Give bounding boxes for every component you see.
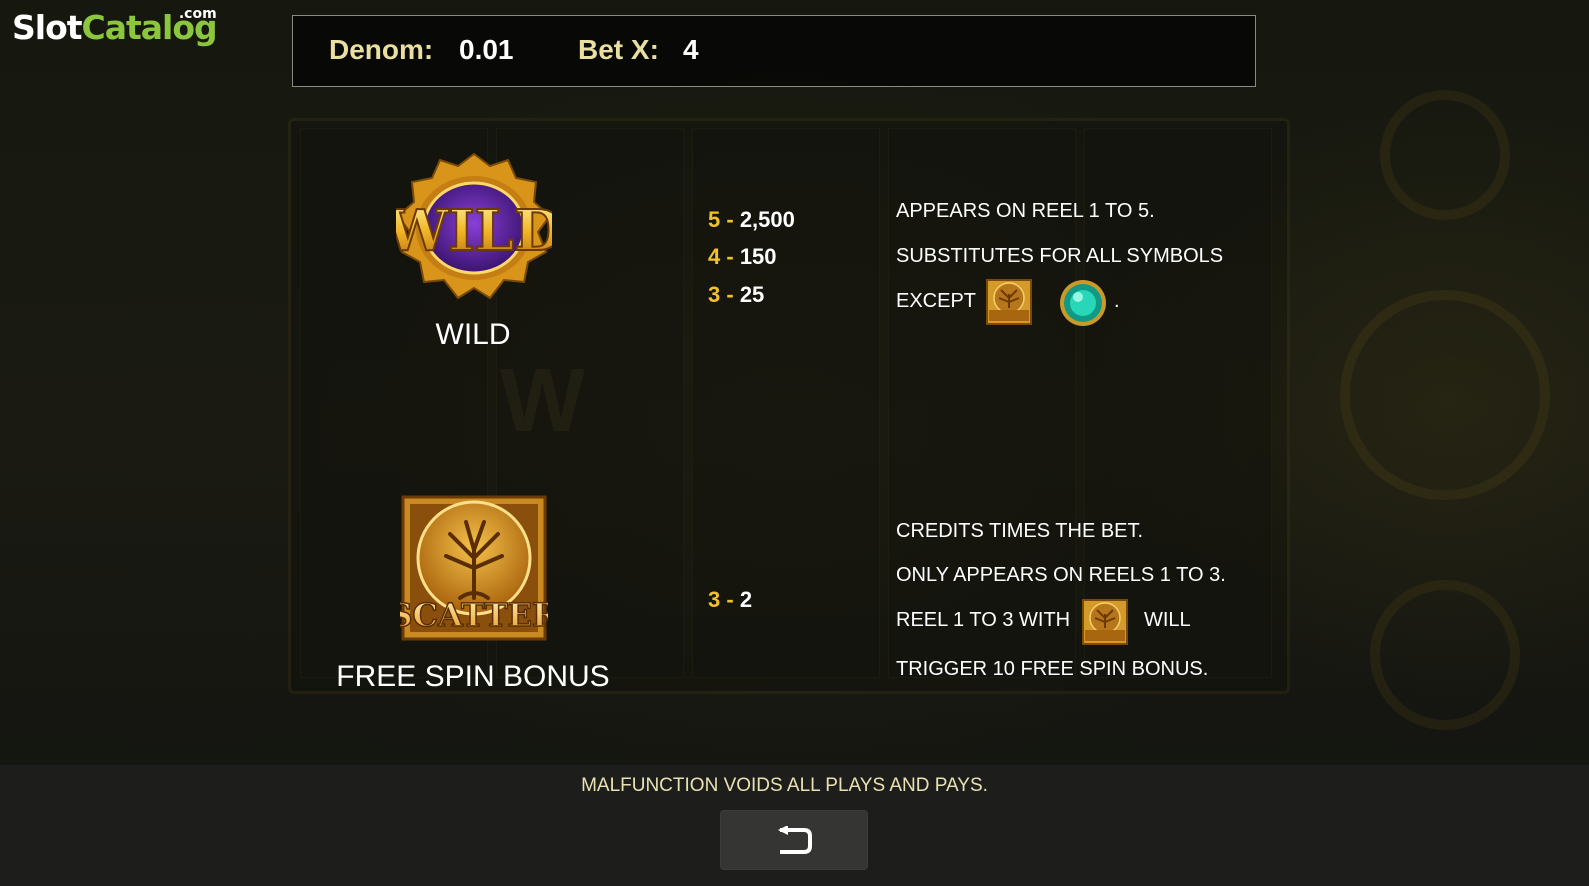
slotcatalog-logo: SlotCatalog .com xyxy=(12,6,218,47)
background-ring xyxy=(1370,580,1520,730)
scatter-symbol-name: FREE SPIN BONUS xyxy=(336,660,610,693)
pay-value: 25 xyxy=(739,282,765,307)
malfunction-notice: MALFUNCTION VOIDS ALL PLAYS AND PAYS. xyxy=(581,775,988,796)
scatter-desc-line: REEL 1 TO 3 WITH xyxy=(896,609,1071,631)
betx-value: 4 xyxy=(683,34,699,65)
pay-separator: - xyxy=(720,282,740,307)
scatter-pay-row: 3 - 2 xyxy=(708,587,752,613)
background-wild-ghost: W xyxy=(500,351,585,451)
wild-pay-row: 3 - 25 xyxy=(708,282,764,308)
pay-value: 150 xyxy=(739,244,777,269)
scatter-desc-suffix: WILL xyxy=(1144,609,1191,631)
pay-value: 2 xyxy=(739,587,753,612)
pay-count: 3 xyxy=(708,587,721,612)
wild-desc-line: EXCEPT xyxy=(896,290,977,312)
scatter-desc-line: ONLY APPEARS ON REELS 1 TO 3. xyxy=(896,564,1226,586)
logo-suffix: .com xyxy=(178,6,217,22)
wild-symbol-icon: WILD xyxy=(396,152,552,300)
return-arrow-icon xyxy=(778,826,812,854)
emerald-orb-mini-icon xyxy=(1060,280,1106,326)
scatter-symbol-icon: SCATTER xyxy=(400,495,548,641)
pay-value: 2,500 xyxy=(739,207,795,232)
pay-count: 3 xyxy=(708,282,721,307)
scatter-desc-line: TRIGGER 10 FREE SPIN BONUS. xyxy=(896,658,1209,680)
wild-pay-row: 4 - 150 xyxy=(708,244,777,270)
background-spin-ring xyxy=(1340,290,1550,500)
bet-info-header: Denom: 0.01 Bet X: 4 xyxy=(292,15,1256,87)
wild-icon-text: WILD xyxy=(396,198,552,264)
betx-label: Bet X: xyxy=(578,34,659,65)
denom-label: Denom: xyxy=(329,34,434,65)
pay-separator: - xyxy=(720,207,740,232)
pay-count: 4 xyxy=(708,244,721,269)
logo-part1: Slot xyxy=(12,8,83,47)
pay-count: 5 xyxy=(708,207,721,232)
wild-desc-line: SUBSTITUTES FOR ALL SYMBOLS xyxy=(896,245,1224,267)
scatter-mini-icon xyxy=(1082,599,1128,645)
pay-separator: - xyxy=(720,587,740,612)
wild-pay-row: 5 - 2,500 xyxy=(708,207,795,233)
scatter-desc-line: CREDITS TIMES THE BET. xyxy=(896,520,1144,542)
wild-desc-line: APPEARS ON REEL 1 TO 5. xyxy=(896,200,1155,222)
scatter-mini-icon xyxy=(986,279,1032,325)
background-ring xyxy=(1380,90,1510,220)
wild-symbol-name: WILD xyxy=(435,318,511,351)
denom-value: 0.01 xyxy=(459,34,514,65)
pay-separator: - xyxy=(720,244,740,269)
wild-desc-suffix: . xyxy=(1114,290,1120,312)
scatter-icon-text: SCATTER xyxy=(400,596,548,634)
back-button[interactable] xyxy=(720,810,868,870)
